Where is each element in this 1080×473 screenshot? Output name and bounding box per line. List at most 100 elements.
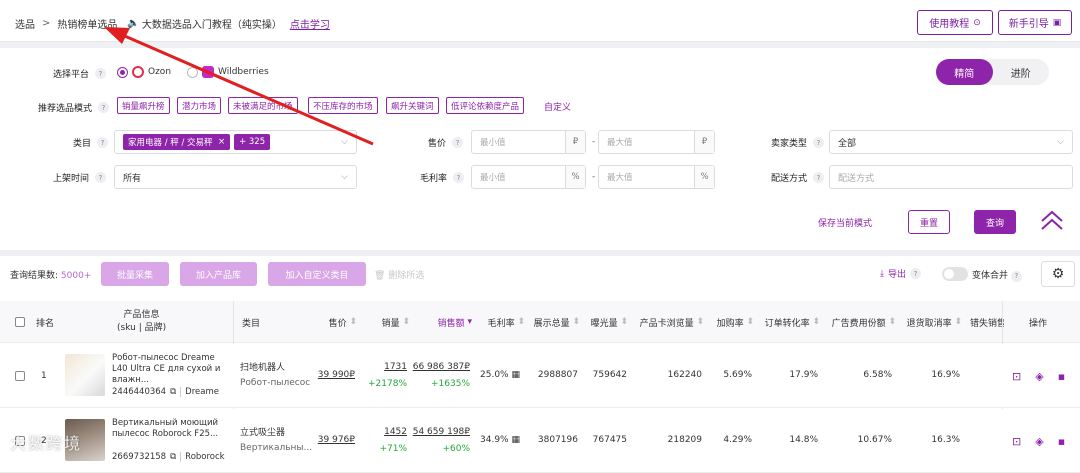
category-select[interactable]: 家用电器 / 秤 / 交易秤 × + 325 ⌵ xyxy=(114,130,357,154)
add-custom-category-button[interactable]: 加入自定义类目 xyxy=(268,262,366,286)
copy-icon[interactable]: ⧉ xyxy=(170,452,176,462)
results-toolbar: 查询结果数: 5000+ 批量采集 加入产品库 加入自定义类目 🗑 删除所选 ⤓… xyxy=(0,256,1080,294)
help-icon[interactable]: ? xyxy=(453,172,465,183)
col-missed-sales[interactable]: 错失销售 xyxy=(970,301,1004,343)
row-operations: ⊡ ◈ ▪ xyxy=(1012,435,1065,448)
query-button[interactable]: 查询 xyxy=(974,210,1016,234)
range-dash: - xyxy=(592,137,596,147)
export-button[interactable]: ⤓ 导出 ? xyxy=(880,267,921,280)
help-icon[interactable]: ? xyxy=(813,172,825,183)
droplet-icon[interactable]: ◈ xyxy=(1035,435,1043,448)
grid-icon[interactable]: ▪ xyxy=(1058,370,1065,383)
help-icon[interactable]: ? xyxy=(98,102,110,113)
row-sales[interactable]: 1452 xyxy=(370,427,407,437)
col-price[interactable]: 售价 ⬍ xyxy=(310,301,357,343)
collapse-up-icon[interactable] xyxy=(1040,209,1064,231)
row-checkbox[interactable] xyxy=(15,371,25,384)
listed-time-select[interactable]: 所有 ⌵ xyxy=(114,165,357,189)
learn-link[interactable]: 点击学习 xyxy=(290,16,330,31)
category-tag[interactable]: 家用电器 / 秤 / 交易秤 × xyxy=(123,134,231,150)
custom-mode-link[interactable]: 自定义 xyxy=(544,100,571,113)
product-thumbnail[interactable] xyxy=(65,354,105,396)
mode-advanced-tab[interactable]: 进阶 xyxy=(993,59,1050,85)
row-sales[interactable]: 1731 xyxy=(370,362,407,372)
tutorial-link[interactable]: 🔈 大数据选品入门教程（纯实操） xyxy=(127,16,281,31)
margin-max-input[interactable]: 最大值 % xyxy=(598,165,715,189)
chip-no-stock-market[interactable]: 不压库存的市场 xyxy=(308,97,378,114)
row-revenue-growth: +60% xyxy=(442,444,470,454)
row-revenue[interactable]: 66 986 387₽ xyxy=(410,362,470,372)
col-conversion-rate[interactable]: 订单转化率 ⬍ xyxy=(758,301,820,343)
price-max-input[interactable]: 最大值 ₽ xyxy=(598,130,715,154)
col-exposure[interactable]: 曝光量 ⬍ xyxy=(585,301,628,343)
table-row[interactable]: 1 Робот-пылесос Dreame L40 Ultra CE для … xyxy=(0,344,1080,408)
help-icon[interactable]: ? xyxy=(97,137,109,148)
help-icon[interactable]: ? xyxy=(452,137,464,148)
row-price[interactable]: 39 990₽ xyxy=(310,370,355,380)
calculator-icon[interactable]: ▦ xyxy=(511,435,520,445)
listed-time-label: 上架时间? xyxy=(53,171,107,184)
product-name[interactable]: Вертикальный моющий пылесос Roborock F25… xyxy=(112,418,226,440)
seller-type-select[interactable]: 全部 ⌵ xyxy=(829,130,1073,154)
product-name[interactable]: Робот-пылесос Dreame L40 Ultra CE для су… xyxy=(112,353,226,386)
col-card-views[interactable]: 产品卡浏览量 ⬍ xyxy=(634,301,704,343)
breadcrumb-root[interactable]: 选品 xyxy=(15,16,35,31)
close-icon[interactable]: × xyxy=(218,137,225,147)
chevron-down-icon: ⌵ xyxy=(341,172,348,182)
help-icon[interactable]: ? xyxy=(95,172,107,183)
add-product-library-button[interactable]: 加入产品库 xyxy=(180,262,257,286)
col-return-rate[interactable]: 退货取消率 ⬍ xyxy=(900,301,962,343)
platform-label: 选择平台? xyxy=(53,67,107,80)
platform-ozon-label: Ozon xyxy=(148,67,172,77)
margin-min-input[interactable]: 最小值 % xyxy=(471,165,586,189)
chip-surge-keywords[interactable]: 飙升关键词 xyxy=(386,97,439,114)
help-icon[interactable]: ? xyxy=(813,137,825,148)
filter-panel: 选择平台? Ozon Wildberries 精简 进阶 推荐选品模式? 销量飙… xyxy=(0,48,1080,250)
chip-sales-surge[interactable]: 销量飙升榜 xyxy=(117,97,170,114)
row-revenue[interactable]: 54 659 198₽ xyxy=(410,427,470,437)
copy-icon[interactable]: ⧉ xyxy=(170,387,176,397)
row-price[interactable]: 39 976₽ xyxy=(310,435,355,445)
help-icon[interactable]: ? xyxy=(1010,270,1022,282)
settings-gear-button[interactable]: ⚙ xyxy=(1041,261,1075,287)
table-row[interactable]: 2 Вертикальный моющий пылесос Roborock F… xyxy=(0,409,1080,473)
price-min-input[interactable]: 最小值 ₽ xyxy=(471,130,586,154)
row-operations: ⊡ ◈ ▪ xyxy=(1012,370,1065,383)
col-revenue[interactable]: 销售额 ▾ xyxy=(420,301,472,343)
col-impressions[interactable]: 展示总量 ⬍ xyxy=(530,301,580,343)
analysis-icon[interactable]: ⊡ xyxy=(1012,370,1021,383)
analysis-icon[interactable]: ⊡ xyxy=(1012,435,1021,448)
platform-wildberries-radio[interactable]: Wildberries xyxy=(187,66,269,78)
select-all-checkbox[interactable] xyxy=(15,301,25,343)
platform-ozon-radio[interactable]: Ozon xyxy=(117,66,171,78)
chip-unmet-market[interactable]: 未被满足的市场 xyxy=(228,97,298,114)
droplet-icon[interactable]: ◈ xyxy=(1035,370,1043,383)
calculator-icon[interactable]: ▦ xyxy=(511,370,520,380)
brand-value: Roborock xyxy=(180,452,225,462)
mode-simple-tab[interactable]: 精简 xyxy=(936,59,993,85)
col-margin[interactable]: 毛利率 ⬍ xyxy=(480,301,525,343)
tutorial-button[interactable]: 使用教程 ⊙ xyxy=(917,10,993,35)
row-margin: 34.9% ▦ xyxy=(480,435,520,445)
chip-potential-market[interactable]: 潜力市场 xyxy=(177,97,222,114)
grid-icon[interactable]: ▪ xyxy=(1058,435,1065,448)
mode-toggle[interactable]: 精简 进阶 xyxy=(936,59,1049,85)
save-mode-link[interactable]: 保存当前模式 xyxy=(818,216,872,229)
col-ad-share[interactable]: 广告费用份额 ⬍ xyxy=(824,301,896,343)
guide-button[interactable]: 新手引导 ▣ xyxy=(998,10,1072,35)
row-ad-share: 10.67% xyxy=(857,435,892,445)
help-icon[interactable]: ? xyxy=(95,68,107,79)
variant-merge-switch[interactable] xyxy=(942,267,968,281)
col-sales[interactable]: 销量 ⬍ xyxy=(370,301,410,343)
reset-button[interactable]: 重置 xyxy=(908,210,950,234)
delete-selected-button[interactable]: 🗑 删除所选 xyxy=(374,268,424,281)
col-cart-rate[interactable]: 加购率 ⬍ xyxy=(708,301,754,343)
delivery-select[interactable]: 配送方式 xyxy=(829,165,1073,189)
chip-low-review-dependency[interactable]: 低评论依赖度产品 xyxy=(446,97,525,114)
category-more-tag[interactable]: + 325 xyxy=(234,134,271,150)
sort-desc-icon: ▾ xyxy=(467,317,472,327)
sort-icon: ⬍ xyxy=(402,317,410,327)
batch-collect-button[interactable]: 批量采集 xyxy=(101,262,169,286)
row-return-rate: 16.3% xyxy=(931,435,960,445)
help-icon[interactable]: ? xyxy=(910,268,921,279)
